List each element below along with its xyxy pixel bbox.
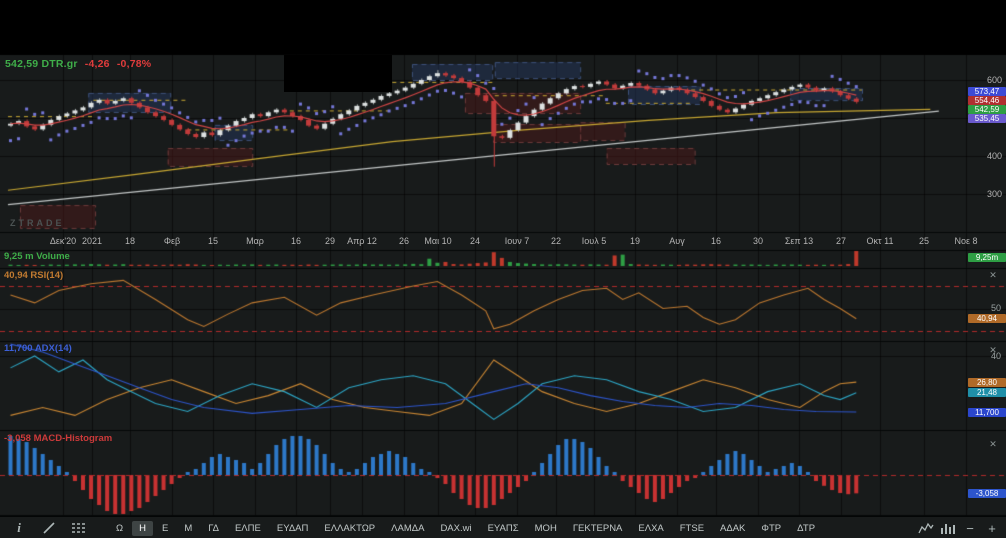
- symbol-button-ΕΛΧΑ[interactable]: ΕΛΧΑ: [631, 521, 670, 536]
- adx-main-flag: 11,700: [968, 407, 1006, 417]
- indicators-list-icon[interactable]: [68, 519, 90, 537]
- date-axis-tick: Μαι 10: [424, 236, 452, 246]
- symbol-button-DAX.wi[interactable]: DAX.wi: [433, 521, 478, 536]
- date-axis-tick: 16: [710, 236, 722, 246]
- date-axis-tick: 15: [207, 236, 219, 246]
- rsi-flag: 40,94: [968, 314, 1006, 324]
- price-flag-band-upper: 573,47: [968, 87, 1006, 96]
- date-axis-tick: Νοε 8: [954, 236, 978, 246]
- trendline-tool-icon[interactable]: [38, 519, 60, 537]
- rsi-panel-close-button[interactable]: ✕: [987, 269, 999, 281]
- ticker-change: -4,26: [84, 58, 110, 70]
- date-axis-tick: 18: [124, 236, 136, 246]
- symbol-button-ΑΔΑΚ[interactable]: ΑΔΑΚ: [713, 521, 752, 536]
- rsi-mid-level-label: 50: [990, 303, 1001, 313]
- date-axis-tick: 19: [629, 236, 641, 246]
- symbol-button-ΕΥΔΑΠ[interactable]: ΕΥΔΑΠ: [270, 521, 316, 536]
- timeframe-button-Ε[interactable]: Ε: [155, 521, 175, 536]
- timeframe-group: ΩΗΕΜ: [108, 520, 200, 536]
- chart-controls: − +: [914, 517, 1002, 538]
- rsi-panel-label: 40,94 RSI(14): [4, 270, 64, 281]
- trading-terminal: 542,59 DTR.gr -4,26 -0,78% ZTRADE 600500…: [0, 0, 1006, 538]
- macd-panel-label: -3,058 MACD-Histogram: [4, 433, 113, 444]
- zoom-out-button[interactable]: −: [960, 519, 980, 537]
- ticker-price: 542,59: [5, 58, 39, 70]
- date-axis-tick: Δεκ'20: [49, 236, 77, 246]
- date-axis-tick: 30: [752, 236, 764, 246]
- price-flag-last: 542,59: [968, 105, 1006, 114]
- bottom-toolbar: i ΩΗΕΜ ΓΔ ΕΛΠΕ ΕΥΔΑΠ ΕΛΛΑΚΤΩΡ ΛΑΜΔΑ DAX.wi ΕΥΑ…: [0, 516, 1006, 538]
- timeframe-button-Ω[interactable]: Ω: [109, 521, 130, 536]
- chart-style-icon[interactable]: [916, 519, 936, 537]
- symbol-button-ΛΑΜΔΑ[interactable]: ΛΑΜΔΑ: [384, 521, 431, 536]
- adx-di-minus-flag: 26,80: [968, 377, 1006, 387]
- date-axis-tick: 27: [835, 236, 847, 246]
- date-axis-tick: 26: [398, 236, 410, 246]
- symbol-button-ΕΛΛΑΚΤΩΡ[interactable]: ΕΛΛΑΚΤΩΡ: [317, 521, 382, 536]
- volume-flag: 9,25m: [968, 253, 1006, 262]
- ticker-change-percent: -0,78%: [116, 58, 152, 70]
- date-axis-tick: Απρ 12: [347, 236, 377, 246]
- adx-panel-close-button[interactable]: ✕: [987, 344, 999, 356]
- info-icon[interactable]: i: [8, 519, 30, 537]
- symbol-button-ΕΛΠΕ[interactable]: ΕΛΠΕ: [228, 521, 268, 536]
- symbol-button-ΜΟΗ[interactable]: ΜΟΗ: [528, 521, 564, 536]
- timeframe-button-Η[interactable]: Η: [132, 520, 153, 536]
- histogram-icon[interactable]: [938, 519, 958, 537]
- adx-panel-label: 11,700 ADX(14): [4, 343, 72, 354]
- timeframe-button-Μ[interactable]: Μ: [177, 521, 199, 536]
- symbol-button-ΔΤΡ[interactable]: ΔΤΡ: [790, 521, 822, 536]
- symbol-button-FTSE[interactable]: FTSE: [673, 521, 711, 536]
- price-flag-band-mid: 554,46: [968, 96, 1006, 105]
- watchlist-symbols: ΓΔ ΕΛΠΕ ΕΥΔΑΠ ΕΛΛΑΚΤΩΡ ΛΑΜΔΑ DAX.wi ΕΥΑΠΣ ΜΟΗ ΓΕ…: [200, 521, 823, 536]
- date-axis-tick: Οκτ 11: [866, 236, 894, 246]
- date-axis-tick: 25: [918, 236, 930, 246]
- macd-panel-close-button[interactable]: ✕: [987, 438, 999, 450]
- ticker-symbol: DTR.gr: [41, 58, 78, 70]
- date-axis-tick: 24: [469, 236, 481, 246]
- date-axis-tick: 29: [324, 236, 336, 246]
- date-axis-tick: Ιουν 7: [504, 236, 530, 246]
- symbol-button-ΦΤΡ[interactable]: ΦΤΡ: [754, 521, 788, 536]
- date-axis-tick: 2021: [81, 236, 103, 246]
- volume-panel-label: 9,25 m Volume: [4, 251, 70, 262]
- price-axis-label: 300: [986, 189, 1002, 200]
- macd-flag: -3,058: [968, 488, 1006, 498]
- symbol-button-ΓΔ[interactable]: ΓΔ: [201, 521, 226, 536]
- price-axis-label: 600: [986, 75, 1002, 85]
- date-axis-tick: Ιουλ 5: [581, 236, 607, 246]
- price-flag-band-lower: 535,45: [968, 114, 1006, 123]
- blank-logo-box: [284, 55, 392, 92]
- zoom-in-button[interactable]: +: [982, 519, 1002, 537]
- date-axis-tick: Αυγ: [669, 236, 685, 246]
- price-axis-label: 400: [986, 151, 1002, 162]
- ticker-readout: 542,59 DTR.gr -4,26 -0,78%: [5, 58, 151, 70]
- symbol-button-ΕΥΑΠΣ[interactable]: ΕΥΑΠΣ: [481, 521, 526, 536]
- date-axis-tick: Σεπ 13: [784, 236, 814, 246]
- ztrade-watermark: ZTRADE: [10, 218, 65, 228]
- symbol-button-ΓΕΚΤΕΡΝΑ[interactable]: ΓΕΚΤΕΡΝΑ: [566, 521, 630, 536]
- date-axis-tick: Μαρ: [246, 236, 264, 246]
- date-axis-tick: Φεβ: [163, 236, 181, 246]
- adx-di-plus-flag: 21,48: [968, 388, 1006, 398]
- main-chart-canvas[interactable]: [0, 0, 1006, 538]
- date-axis-tick: 16: [290, 236, 302, 246]
- date-axis-tick: 22: [550, 236, 562, 246]
